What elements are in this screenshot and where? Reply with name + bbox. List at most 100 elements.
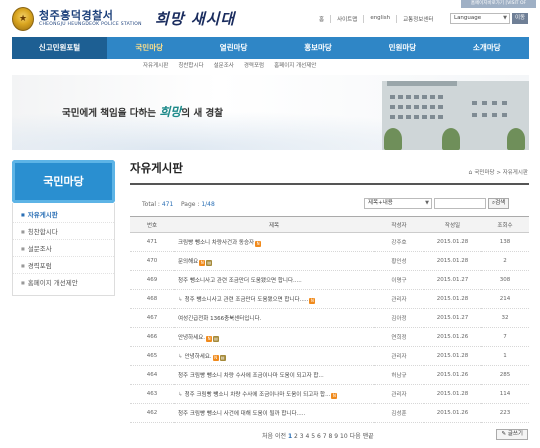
page-first-link[interactable]: 처음 — [262, 433, 273, 440]
post-number: 469 — [130, 270, 174, 290]
post-views: 32 — [481, 308, 529, 328]
page-number-link[interactable]: 10 — [340, 433, 348, 440]
post-number: 467 — [130, 308, 174, 328]
post-title-link[interactable]: 청주 크림빵 뺑소니 차량 수사에 조금이나마 도움이 되고자 합... — [185, 392, 331, 398]
nav-pr[interactable]: 홍보마당 — [276, 37, 360, 59]
table-row[interactable]: 466 안녕하세요. N ▤ 연희정 2015.01.26 7 — [130, 327, 529, 347]
nav-about[interactable]: 소개마당 — [445, 37, 529, 59]
table-row[interactable]: 468 ↳ 청주 뺑소니사고 관련 조금만더 도움됐으면 합니다..... N 관리자 2… — [130, 289, 529, 309]
post-date: 2015.01.27 — [424, 308, 481, 328]
page-prev-link[interactable]: 이전 — [275, 433, 286, 440]
search-type-select[interactable]: 제목+내용 — [364, 198, 432, 209]
post-title-link[interactable]: 청주 뺑소니사고 관련 조금만더 도움됐으면 합니다..... — [178, 278, 302, 284]
post-views: 7 — [481, 327, 529, 347]
post-title-link[interactable]: 크림빵 뺑소니 차량사건과 동승자 — [178, 240, 254, 246]
new-badge-icon: N — [309, 297, 316, 304]
search-button[interactable]: ⌕검색 — [488, 198, 510, 209]
post-title-link[interactable]: 청주 뺑소니사고 관련 조금만더 도움됐으면 합니다..... — [185, 297, 309, 303]
post-subject: 청주 크림빵 뺑소니 차량 수사에 조금이나마 도움이 되고자 합... — [174, 365, 374, 385]
post-author: 관리자 — [374, 289, 424, 309]
home-icon[interactable]: ⌂ — [469, 169, 473, 176]
board-search: 제목+내용 ⌕검색 — [364, 198, 510, 209]
table-row[interactable]: 470 문의해요 N ▤ 황인성 2015.01.28 2 — [130, 251, 529, 271]
util-link-traffic[interactable]: 교통정보센터 — [396, 15, 439, 23]
post-author: 황인성 — [374, 251, 424, 271]
search-input[interactable] — [434, 198, 486, 209]
nav-report-portal[interactable]: 신고민원포털 — [12, 37, 107, 59]
page-next-link[interactable]: 다음 — [350, 433, 361, 440]
subnav-suggest[interactable]: 홈페이지 개선제안 — [269, 61, 321, 69]
page-number-link[interactable]: 4 — [306, 433, 310, 440]
side-item-suggest[interactable]: 홈페이지 개선제안 — [13, 274, 114, 291]
page-last-link[interactable]: 맨끝 — [363, 433, 374, 440]
table-row[interactable]: 465 ↳ 안녕하세요. N ▤ 관리자 2015.01.28 1 — [130, 346, 529, 366]
side-item-free-board[interactable]: 자유게시판 — [13, 206, 114, 223]
post-subject: 청주 뺑소니사고 관련 조금만더 도움됐으면 합니다..... — [174, 270, 374, 290]
new-badge-icon: N — [199, 259, 206, 266]
page-number-link[interactable]: 3 — [300, 433, 304, 440]
breadcrumb: ⌂ 국민마당 > 자유게시판 — [468, 169, 528, 176]
table-row[interactable]: 471 크림빵 뺑소니 차량사건과 동승자 N 강주호 2015.01.28 138 — [130, 232, 529, 252]
post-date: 2015.01.26 — [424, 403, 481, 423]
table-row[interactable]: 464 청주 크림빵 뺑소니 차량 수사에 조금이나마 도움이 되고자 합... 허… — [130, 365, 529, 385]
post-subject: 문의해요 N ▤ — [174, 251, 374, 271]
page-number-link[interactable]: 1 — [288, 433, 292, 440]
side-item-forum[interactable]: 경력포럼 — [13, 257, 114, 274]
board-body: 471 크림빵 뺑소니 차량사건과 동승자 N 강주호 2015.01.28 138 470… — [130, 232, 529, 423]
post-number: 463 — [130, 384, 174, 404]
post-author: 김성훈 — [374, 403, 424, 423]
subnav-forum[interactable]: 경력포럼 — [239, 61, 269, 69]
table-row[interactable]: 463 ↳ 청주 크림빵 뺑소니 차량 수사에 조금이나마 도움이 되고자 합...… — [130, 384, 529, 404]
post-date: 2015.01.28 — [424, 346, 481, 366]
page-number-link[interactable]: 8 — [329, 433, 333, 440]
page-number-link[interactable]: 6 — [317, 433, 321, 440]
post-date: 2015.01.28 — [424, 251, 481, 271]
post-title-link[interactable]: 안녕하세요. — [178, 335, 205, 341]
side-menu-title: 국민마당 — [12, 160, 115, 203]
nav-open[interactable]: 열린마당 — [191, 37, 275, 59]
util-link-english[interactable]: english — [363, 15, 396, 23]
col-header-author: 작성자 — [374, 216, 424, 233]
new-badge-icon: N — [255, 240, 262, 247]
util-link-sitemap[interactable]: 사이트맵 — [330, 15, 363, 23]
post-author: 강주호 — [374, 232, 424, 252]
write-button[interactable]: ✎ 글쓰기 — [496, 429, 528, 440]
post-title-link[interactable]: 문의해요 — [178, 259, 198, 265]
page-number-link[interactable]: 7 — [323, 433, 327, 440]
subnav-praise[interactable]: 칭찬합시다 — [173, 61, 208, 69]
table-row[interactable]: 467 여성긴급전화 1366충북센터입니다. 김아정 2015.01.27 32 — [130, 308, 529, 328]
post-title-link[interactable]: 청주 크림빵 뺑소니 사건에 대해 도움이 될까 합니다..... — [178, 411, 305, 417]
post-title-link[interactable]: 안녕하세요. — [185, 354, 212, 360]
table-row[interactable]: 469 청주 뺑소니사고 관련 조금만더 도움됐으면 합니다..... 이명구 201… — [130, 270, 529, 290]
side-menu: 자유게시판 칭찬합시다 설문조사 경력포럼 홈페이지 개선제안 — [12, 203, 115, 296]
main-nav: 신고민원포털 국민마당 열린마당 홍보마당 민원마당 소개마당 — [12, 37, 529, 59]
page-number-link[interactable]: 5 — [311, 433, 315, 440]
nav-civil[interactable]: 민원마당 — [360, 37, 444, 59]
total-count: 471 — [161, 201, 174, 208]
side-item-praise[interactable]: 칭찬합시다 — [13, 223, 114, 240]
site-logo[interactable]: ★ 청주흥덕경찰서 CHEONGJU HEUNGDEOK POLICE STAT… — [12, 5, 142, 33]
top-notice-link[interactable]: 홈페이지바로가기 [VISIT OF CONTENT] — [461, 0, 536, 14]
nav-citizen[interactable]: 국민마당 — [107, 37, 191, 59]
post-subject: ↳ 청주 뺑소니사고 관련 조금만더 도움됐으면 합니다..... N — [174, 289, 374, 309]
reply-arrow-icon: ↳ — [178, 391, 183, 398]
util-link-home[interactable]: 홈 — [313, 15, 330, 23]
post-number: 464 — [130, 365, 174, 385]
page-number-link[interactable]: 9 — [334, 433, 338, 440]
post-date: 2015.01.28 — [424, 384, 481, 404]
post-author: 이명구 — [374, 270, 424, 290]
subnav-survey[interactable]: 설문조사 — [209, 61, 239, 69]
language-go-button[interactable]: 이동 — [512, 13, 528, 24]
post-number: 466 — [130, 327, 174, 347]
post-title-link[interactable]: 여성긴급전화 1366충북센터입니다. — [178, 316, 261, 322]
post-views: 223 — [481, 403, 529, 423]
post-author: 관리자 — [374, 346, 424, 366]
language-select[interactable]: Language — [450, 13, 510, 24]
side-item-survey[interactable]: 설문조사 — [13, 240, 114, 257]
subnav-free-board[interactable]: 자유게시판 — [138, 61, 173, 69]
post-title-link[interactable]: 청주 크림빵 뺑소니 차량 수사에 조금이나마 도움이 되고자 합... — [178, 373, 324, 379]
attachment-icon: ▤ — [219, 354, 226, 361]
table-row[interactable]: 462 청주 크림빵 뺑소니 사건에 대해 도움이 될까 합니다..... 김성훈 2… — [130, 403, 529, 423]
page-numbers: 1 2 3 4 5 6 7 8 9 10 — [288, 433, 350, 440]
page-number-link[interactable]: 2 — [294, 433, 298, 440]
